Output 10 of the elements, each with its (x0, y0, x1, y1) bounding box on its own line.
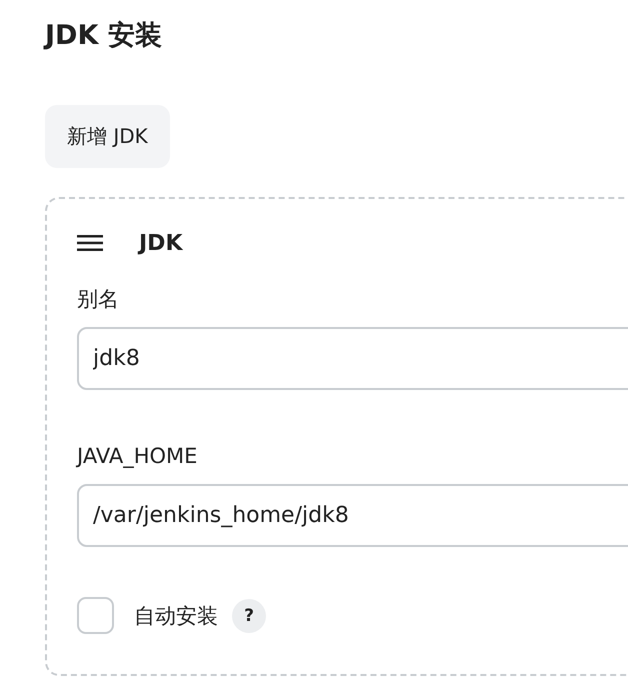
field-label: JAVA_HOME (77, 443, 198, 470)
input-field[interactable]: /var/jenkins_home/jdk8 (77, 484, 628, 547)
card-heading: JDK (139, 230, 182, 256)
help-button[interactable]: ? (232, 598, 266, 632)
drag-handle-icon[interactable] (77, 235, 103, 251)
checkbox-label[interactable]: 自动安装 (134, 602, 218, 630)
add-jdk-button[interactable]: 新增 JDK (45, 105, 170, 168)
field-label: 别名 (77, 286, 120, 313)
section-title: JDK 安装 (45, 19, 163, 53)
checkbox[interactable] (77, 597, 114, 634)
